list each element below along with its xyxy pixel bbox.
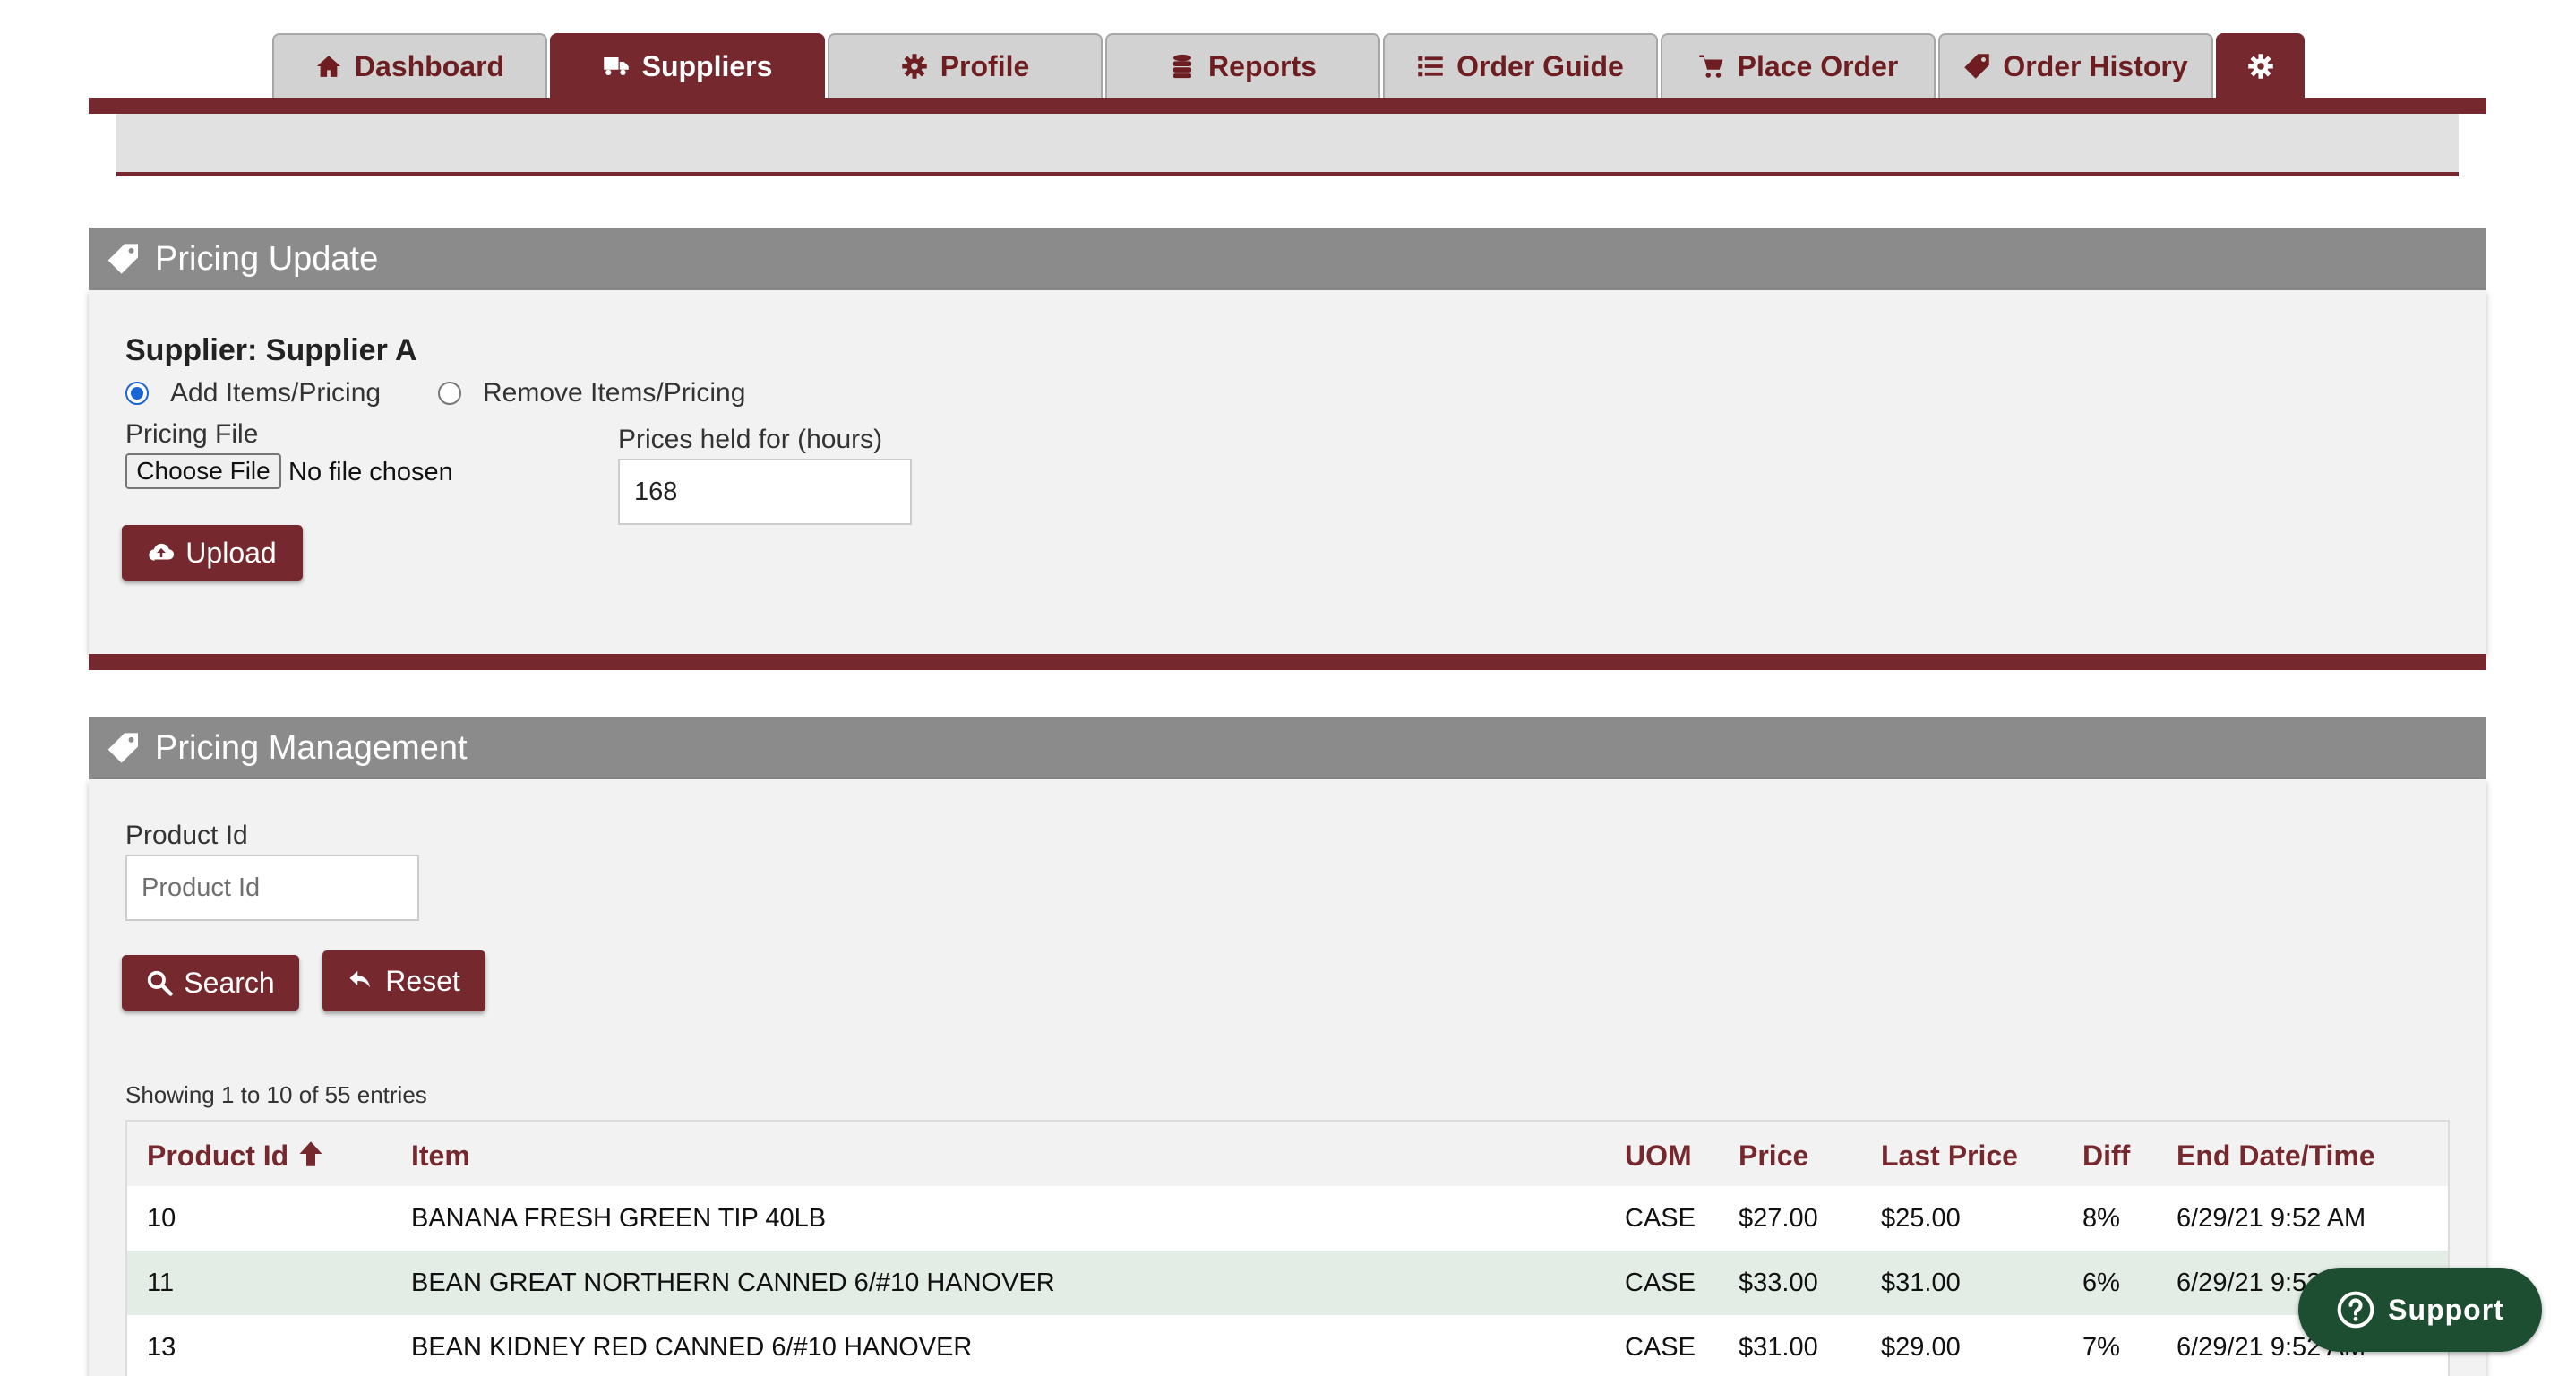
cart-icon (1698, 55, 1723, 78)
cell-product-id: 13 (147, 1333, 176, 1362)
column-header-price[interactable]: Price (1739, 1140, 1808, 1173)
cell-product-id: 10 (147, 1204, 176, 1233)
help-icon (2337, 1291, 2374, 1329)
pricing-update-bottom-bar (89, 654, 2486, 670)
pricing-file-label: Pricing File (125, 419, 259, 449)
cell-diff: 6% (2082, 1268, 2120, 1297)
tab-label: Reports (1208, 49, 1317, 82)
supplier-label: Supplier: Supplier A (125, 333, 417, 367)
tab-order-guide[interactable]: Order Guide (1383, 33, 1658, 98)
main-nav-tabs: Dashboard Suppliers Profile Reports Orde… (272, 33, 2305, 98)
column-header-uom[interactable]: UOM (1625, 1140, 1692, 1173)
radio-add-items[interactable]: Add Items/Pricing (125, 378, 381, 408)
table-header: Product Id Item UOM Price Last Price Dif… (127, 1122, 2448, 1186)
search-icon (148, 970, 173, 996)
cell-last-price: $29.00 (1881, 1333, 1961, 1362)
cell-price: $31.00 (1739, 1333, 1818, 1362)
tab-label: Order Guide (1456, 49, 1624, 82)
cell-last-price: $31.00 (1881, 1268, 1961, 1297)
home-icon (316, 56, 341, 77)
cell-diff: 7% (2082, 1333, 2120, 1362)
cell-item: BEAN GREAT NORTHERN CANNED 6/#10 HANOVER (411, 1268, 1055, 1297)
gear-icon (901, 54, 927, 79)
cell-diff: 8% (2082, 1204, 2120, 1233)
gear-icon (2247, 54, 2273, 79)
upload-button[interactable]: Upload (122, 525, 303, 580)
search-button[interactable]: Search (122, 955, 299, 1010)
truck-icon (603, 57, 629, 75)
radio-label: Add Items/Pricing (170, 378, 382, 408)
nav-underline-bar (89, 98, 2486, 114)
sort-ascending-icon (299, 1141, 322, 1166)
panel-title: Pricing Management (155, 728, 468, 767)
table-row[interactable]: 13 BEAN KIDNEY RED CANNED 6/#10 HANOVER … (127, 1315, 2448, 1376)
pricing-update-header: Pricing Update (89, 228, 2486, 290)
cell-item: BEAN KIDNEY RED CANNED 6/#10 HANOVER (411, 1333, 973, 1362)
radio-button[interactable] (438, 382, 461, 405)
tab-dashboard[interactable]: Dashboard (272, 33, 547, 98)
upload-button-label: Upload (185, 536, 277, 569)
cell-uom: CASE (1625, 1333, 1696, 1362)
table-row[interactable]: 11 BEAN GREAT NORTHERN CANNED 6/#10 HANO… (127, 1251, 2448, 1315)
radio-button[interactable] (125, 382, 149, 405)
tab-label: Dashboard (354, 49, 505, 82)
radio-remove-items[interactable]: Remove Items/Pricing (438, 378, 745, 408)
cell-price: $27.00 (1739, 1204, 1818, 1233)
hours-input[interactable]: 168 (618, 459, 912, 525)
radio-label: Remove Items/Pricing (483, 378, 746, 408)
tab-label: Order History (2003, 49, 2188, 82)
hours-label: Prices held for (hours) (618, 425, 883, 454)
cell-product-id: 11 (147, 1268, 175, 1297)
tab-settings[interactable] (2216, 33, 2305, 98)
cell-item: BANANA FRESH GREEN TIP 40LB (411, 1204, 827, 1233)
tab-profile[interactable]: Profile (828, 33, 1103, 98)
table-row[interactable]: 10 BANANA FRESH GREEN TIP 40LB CASE $27.… (127, 1186, 2448, 1251)
database-icon (1173, 54, 1192, 79)
choose-file-button[interactable]: Choose File (125, 453, 281, 489)
cell-last-price: $25.00 (1881, 1204, 1961, 1233)
file-status-text: No file chosen (288, 458, 453, 486)
cloud-upload-icon (149, 543, 175, 561)
undo-icon (349, 970, 371, 988)
tags-icon (107, 244, 138, 274)
search-button-label: Search (184, 966, 275, 999)
reset-button-label: Reset (385, 964, 460, 997)
tab-label: Suppliers (641, 49, 773, 82)
cell-end-date: 6/29/21 9:52 AM (2177, 1204, 2366, 1233)
panel-title: Pricing Update (155, 239, 379, 278)
column-header-item[interactable]: Item (411, 1140, 470, 1173)
tab-order-history[interactable]: Order History (1938, 33, 2213, 98)
tags-icon (107, 733, 138, 763)
reset-button[interactable]: Reset (322, 950, 485, 1011)
list-icon (1418, 56, 1443, 77)
tab-suppliers[interactable]: Suppliers (550, 33, 825, 98)
cell-uom: CASE (1625, 1268, 1696, 1297)
tag-icon (1964, 54, 1990, 79)
cell-price: $33.00 (1739, 1268, 1818, 1297)
pricing-management-header: Pricing Management (89, 717, 2486, 779)
product-id-input[interactable]: Product Id (125, 855, 419, 921)
tab-label: Place Order (1737, 49, 1899, 82)
column-header-end-date[interactable]: End Date/Time (2177, 1140, 2375, 1173)
sub-navigation-bar (116, 114, 2459, 176)
pricing-table: Product Id Item UOM Price Last Price Dif… (125, 1120, 2450, 1376)
product-id-label: Product Id (125, 821, 248, 850)
tab-label: Profile (940, 49, 1030, 82)
entries-info: Showing 1 to 10 of 55 entries (125, 1081, 427, 1108)
cell-uom: CASE (1625, 1204, 1696, 1233)
tab-place-order[interactable]: Place Order (1661, 33, 1936, 98)
support-label: Support (2388, 1293, 2504, 1326)
column-header-diff[interactable]: Diff (2082, 1140, 2130, 1173)
column-header-product-id[interactable]: Product Id (147, 1140, 324, 1173)
support-button[interactable]: Support (2298, 1268, 2542, 1352)
tab-reports[interactable]: Reports (1105, 33, 1380, 98)
column-header-last-price[interactable]: Last Price (1881, 1140, 2018, 1173)
